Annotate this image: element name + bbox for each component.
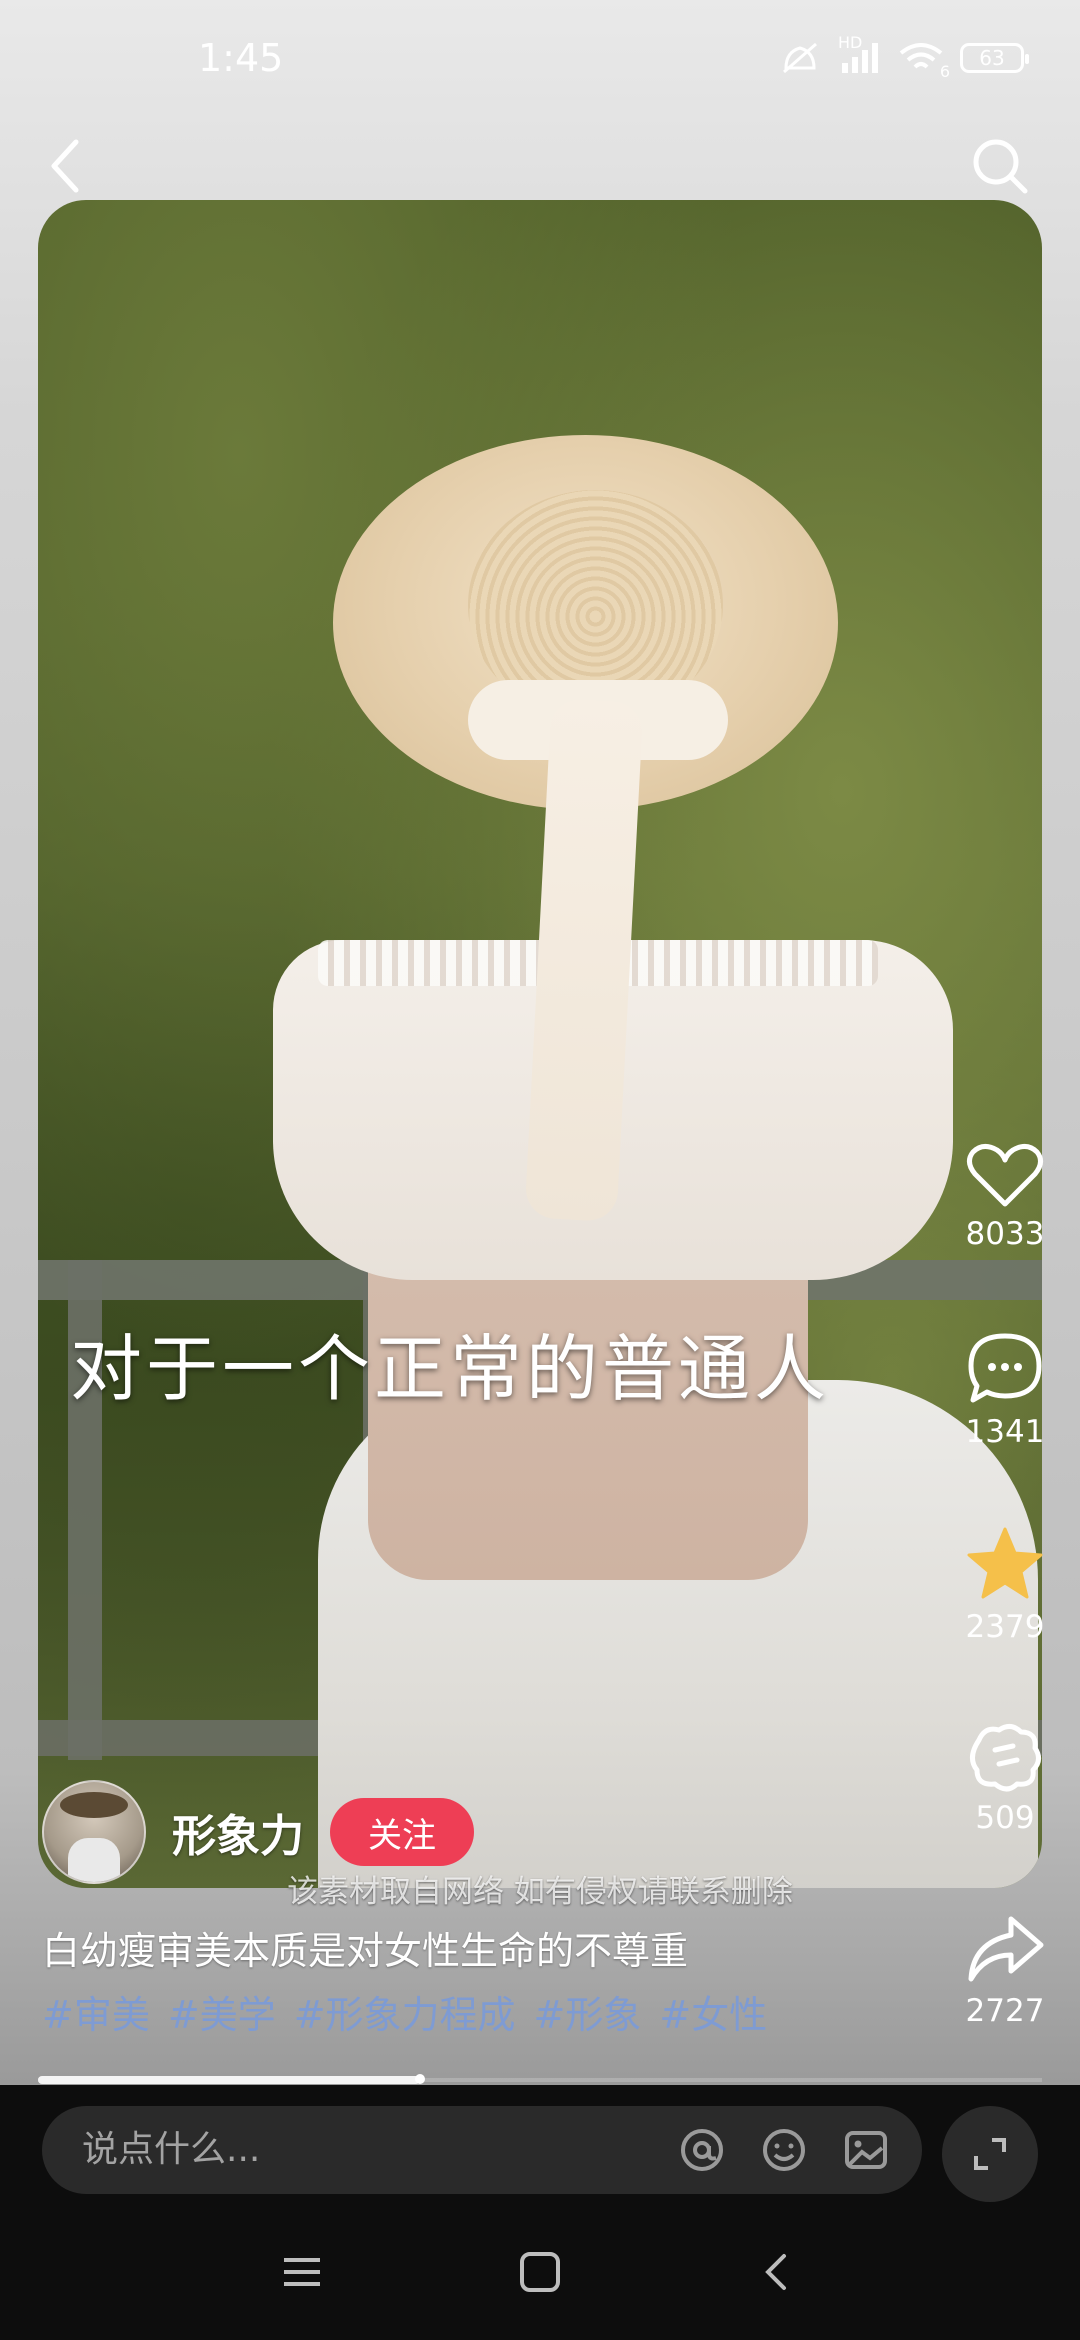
comment-bar: 说点什么... [42,2106,922,2194]
hashtag[interactable]: #美学 [168,1984,276,2039]
status-bar: 1:45 HD 6 63 [0,0,1080,120]
gift-button[interactable]: 509 [960,1720,1050,1836]
gift-icon [970,1724,1041,1792]
hashtag-list: #审美 #美学 #形象力程成 #形象 #女性 [42,1984,767,2039]
share-button[interactable]: 2727 [960,1913,1050,2029]
progress-handle[interactable] [415,2074,425,2084]
share-icon [968,1916,1044,1982]
battery-level: 63 [979,46,1005,70]
wifi-icon: 6 [898,41,950,81]
system-nav-bar [0,2220,1080,2340]
home-square-icon[interactable] [518,2250,562,2294]
search-button[interactable] [970,136,1030,196]
star-icon [967,1527,1043,1599]
signal-label: HD [838,33,863,52]
mute-icon [778,38,822,78]
battery-indicator: 63 [960,43,1029,73]
favorite-count: 2379 [965,1609,1045,1645]
video-player[interactable] [38,200,1042,1888]
author-name[interactable]: 形象力 [172,1800,304,1864]
progress-fill [38,2076,420,2084]
status-icons: HD 6 63 [778,33,1029,81]
favorite-button[interactable]: 2379 [960,1525,1050,1645]
hashtag[interactable]: #审美 [42,1984,150,2039]
like-count: 8033 [965,1216,1045,1252]
search-icon [973,139,1028,194]
hashtag[interactable]: #形象 [534,1984,642,2039]
comment-count: 1341 [965,1414,1045,1450]
comment-icon [968,1333,1042,1403]
comment-button[interactable]: 1341 [960,1330,1050,1450]
video-subtitle: 对于一个正常的普通人 [70,1327,831,1411]
signal-icon: HD [838,33,882,75]
post-caption: 白幼瘦审美本质是对女性生命的不尊重 [42,1929,689,1973]
status-time: 1:45 [198,36,284,80]
follow-button[interactable]: 关注 [330,1798,474,1866]
share-count: 2727 [965,1993,1045,2029]
hashtag[interactable]: #形象力程成 [294,1984,516,2039]
emoji-icon[interactable] [760,2126,808,2174]
expand-button[interactable] [942,2106,1038,2202]
like-button[interactable]: 8033 [960,1140,1050,1252]
nav-back-icon[interactable] [756,2250,800,2294]
at-icon[interactable] [678,2126,726,2174]
wifi-label: 6 [939,62,950,81]
heart-icon [967,1144,1043,1207]
back-button[interactable] [46,136,86,196]
back-icon [51,139,79,193]
menu-icon[interactable] [280,2250,324,2294]
comment-input[interactable]: 说点什么... [82,2106,260,2194]
gift-count: 509 [975,1800,1035,1836]
expand-icon [974,2138,1006,2170]
hashtag[interactable]: #女性 [659,1984,767,2039]
image-icon[interactable] [842,2126,890,2174]
copyright-watermark: 该素材取自网络 如有侵权请联系删除 [287,1874,793,1910]
